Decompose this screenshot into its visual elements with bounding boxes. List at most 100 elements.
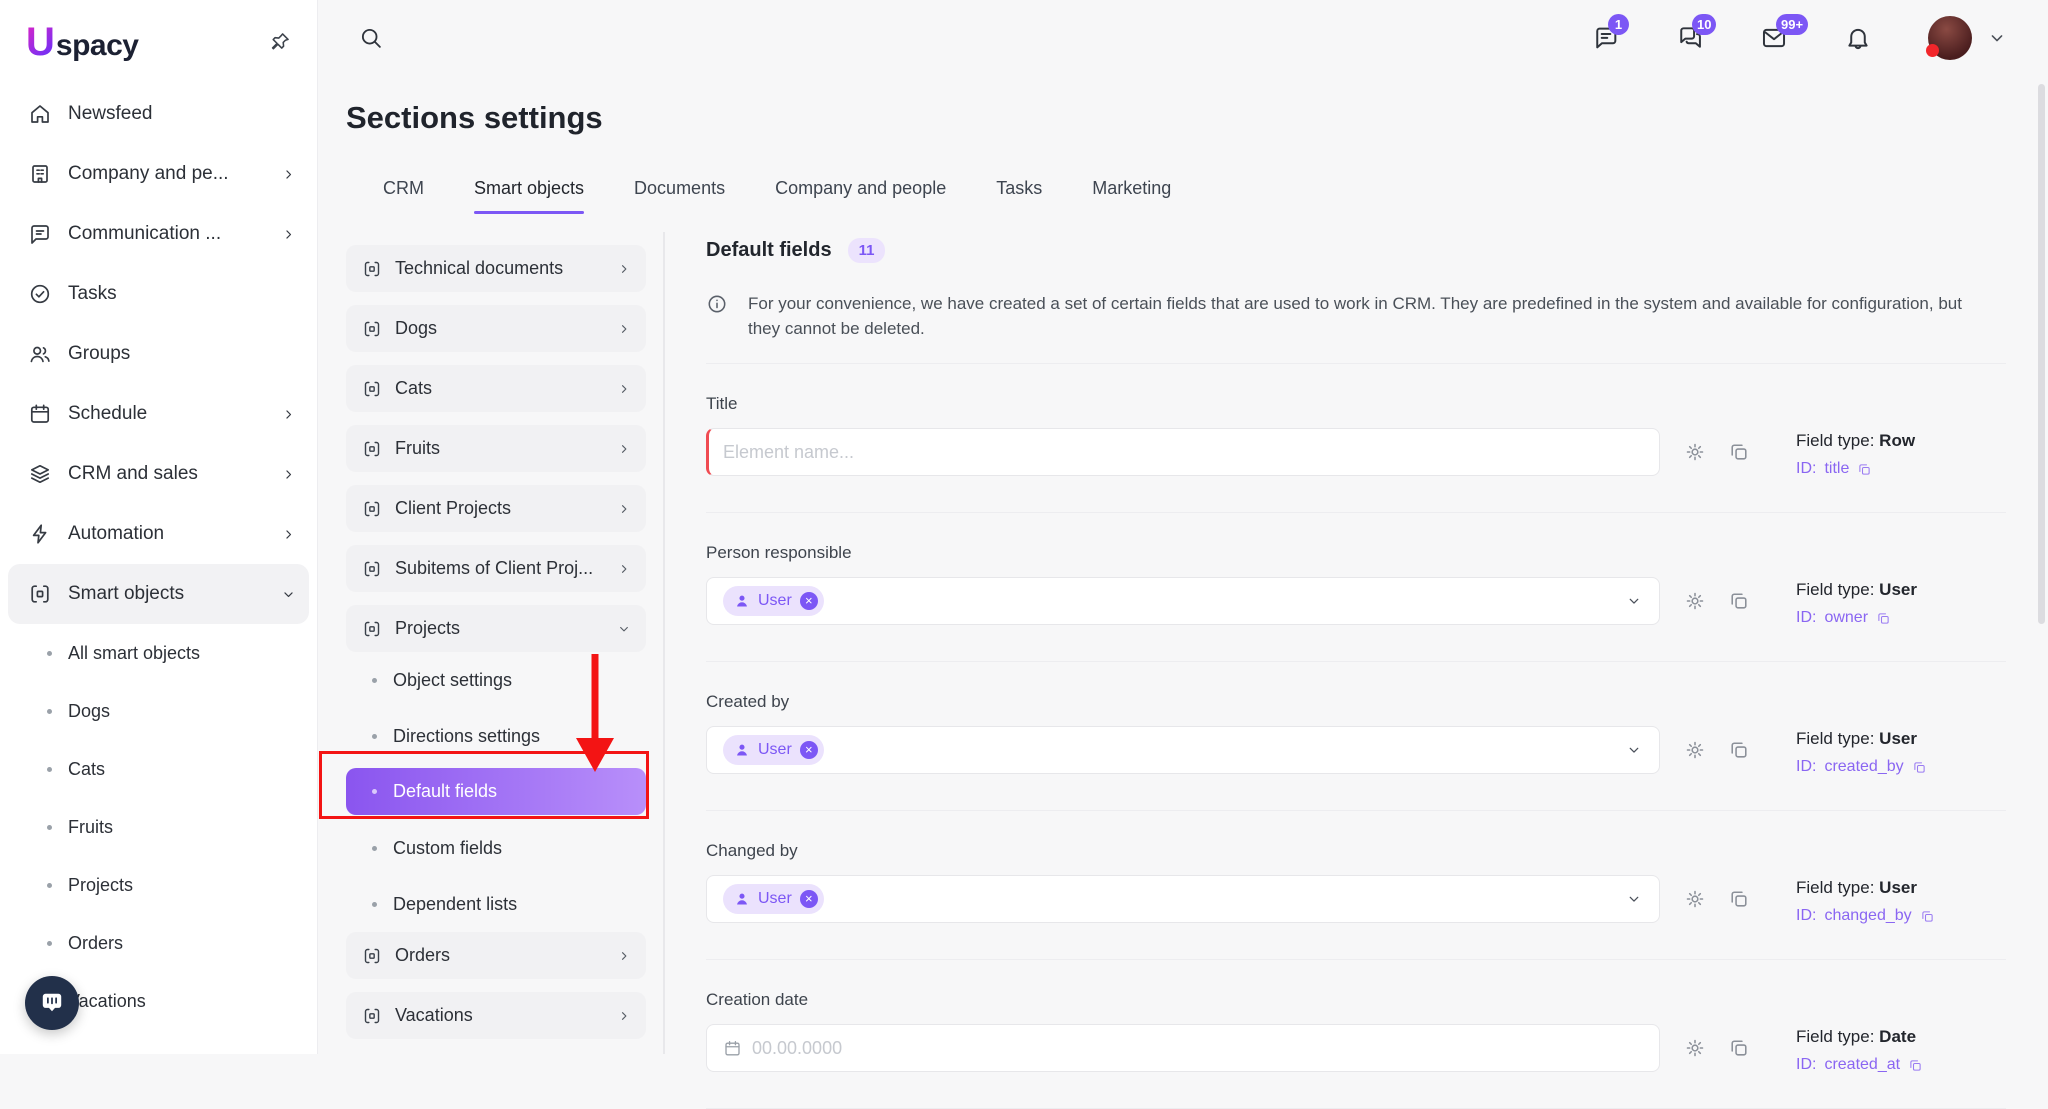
- object-item-fruits[interactable]: Fruits: [346, 425, 646, 472]
- field-duplicate-button[interactable]: [1728, 441, 1750, 463]
- projects-subitem-directions-settings[interactable]: Directions settings: [346, 708, 646, 764]
- changed-by-select[interactable]: User ×: [706, 875, 1660, 923]
- sidebar-subitem-cats[interactable]: Cats: [0, 740, 317, 798]
- field-row-creation-date: Creation date Field type: Date ID: creat…: [706, 960, 2006, 1109]
- field-duplicate-button[interactable]: [1728, 1037, 1750, 1059]
- search-button[interactable]: [358, 25, 384, 51]
- field-type: Field type: Date: [1796, 1027, 1923, 1047]
- uspacy-logo[interactable]: Uspacy: [26, 22, 138, 63]
- tab-marketing[interactable]: Marketing: [1092, 178, 1171, 214]
- sidebar-item-label: Schedule: [68, 403, 147, 425]
- chevron-right-icon: [280, 166, 297, 183]
- sidebar-subitem-label: Cats: [68, 759, 105, 780]
- creation-date-input[interactable]: [752, 1038, 1643, 1059]
- projects-subitem-custom-fields[interactable]: Custom fields: [346, 820, 646, 876]
- profile-dropdown-button[interactable]: [1986, 27, 2008, 49]
- sidebar-subitem-label: Fruits: [68, 817, 113, 838]
- field-duplicate-button[interactable]: [1728, 888, 1750, 910]
- pin-sidebar-button[interactable]: [269, 31, 291, 53]
- chats-button[interactable]: 10: [1676, 24, 1704, 52]
- notifications-button[interactable]: [1844, 24, 1872, 52]
- mail-button[interactable]: 99+: [1760, 24, 1788, 52]
- sidebar-subitem-projects[interactable]: Projects: [0, 856, 317, 914]
- pin-icon: [269, 31, 291, 53]
- page-scrollbar[interactable]: [2038, 84, 2045, 624]
- copy-id-button[interactable]: [1912, 760, 1927, 775]
- tab-company-and-people[interactable]: Company and people: [775, 178, 946, 214]
- sidebar-item-tasks[interactable]: Tasks: [0, 264, 317, 324]
- copy-id-button[interactable]: [1920, 909, 1935, 924]
- field-row-created-by: Created by User × Field type: User ID: c…: [706, 662, 2006, 811]
- field-duplicate-button[interactable]: [1728, 590, 1750, 612]
- support-chat-button[interactable]: [25, 976, 79, 1030]
- smart-object-icon: [362, 559, 382, 579]
- person-responsible-select[interactable]: User ×: [706, 577, 1660, 625]
- sidebar-subitem-orders[interactable]: Orders: [0, 914, 317, 972]
- title-input[interactable]: [723, 442, 1643, 463]
- field-meta: Field type: User ID: changed_by: [1796, 878, 1935, 925]
- sidebar-item-automation[interactable]: Automation: [0, 504, 317, 564]
- field-settings-button[interactable]: [1684, 1037, 1706, 1059]
- copy-icon: [1876, 611, 1891, 626]
- tab-tasks[interactable]: Tasks: [996, 178, 1042, 214]
- object-item-projects[interactable]: Projects: [346, 605, 646, 652]
- bullet-dot: [47, 941, 52, 946]
- object-item-vacations[interactable]: Vacations: [346, 992, 646, 1039]
- chevron-right-icon: [280, 226, 297, 243]
- sidebar-item-label: Smart objects: [68, 583, 184, 605]
- fields-count-badge: 11: [848, 238, 886, 263]
- copy-icon: [1920, 909, 1935, 924]
- sidebar-item-crm-and-sales[interactable]: CRM and sales: [0, 444, 317, 504]
- tab-documents[interactable]: Documents: [634, 178, 725, 214]
- field-label: Creation date: [706, 990, 2006, 1010]
- object-item-dogs[interactable]: Dogs: [346, 305, 646, 352]
- sidebar-item-newsfeed[interactable]: Newsfeed: [0, 84, 317, 144]
- field-duplicate-button[interactable]: [1728, 739, 1750, 761]
- sidebar-item-groups[interactable]: Groups: [0, 324, 317, 384]
- object-item-subitems-of-client-projects[interactable]: Subitems of Client Proj...: [346, 545, 646, 592]
- sidebar-item-communication[interactable]: Communication ...: [0, 204, 317, 264]
- smart-objects-icon: [28, 582, 52, 606]
- sidebar-item-smart-objects[interactable]: Smart objects: [8, 564, 309, 624]
- sidebar-item-company-and-people[interactable]: Company and pe...: [0, 144, 317, 204]
- chevron-down-icon: [280, 586, 297, 603]
- field-settings-button[interactable]: [1684, 739, 1706, 761]
- chip-remove-button[interactable]: ×: [800, 592, 818, 610]
- projects-subitem-dependent-lists[interactable]: Dependent lists: [346, 876, 646, 932]
- field-id: ID: created_by: [1796, 758, 1927, 776]
- bullet-dot: [372, 902, 377, 907]
- profile-menu: [1928, 16, 2008, 60]
- avatar[interactable]: [1928, 16, 1972, 60]
- sidebar-item-schedule[interactable]: Schedule: [0, 384, 317, 444]
- sidebar-subitem-label: Vacations: [68, 991, 146, 1012]
- object-item-orders[interactable]: Orders: [346, 932, 646, 979]
- chip-remove-button[interactable]: ×: [800, 741, 818, 759]
- field-settings-button[interactable]: [1684, 888, 1706, 910]
- bullet-dot: [372, 789, 377, 794]
- comments-button[interactable]: 1: [1592, 24, 1620, 52]
- tab-smart-objects[interactable]: Smart objects: [474, 178, 584, 214]
- smart-object-icon: [362, 439, 382, 459]
- sidebar-subitem-fruits[interactable]: Fruits: [0, 798, 317, 856]
- tab-crm[interactable]: CRM: [383, 178, 424, 214]
- sidebar-subitem-all-smart-objects[interactable]: All smart objects: [0, 624, 317, 682]
- sidebar-subitem-dogs[interactable]: Dogs: [0, 682, 317, 740]
- subitem-label: Default fields: [393, 781, 497, 802]
- field-settings-button[interactable]: [1684, 590, 1706, 612]
- creation-date-input-wrap: [706, 1024, 1660, 1072]
- created-by-select[interactable]: User ×: [706, 726, 1660, 774]
- field-settings-button[interactable]: [1684, 441, 1706, 463]
- projects-subitem-default-fields[interactable]: Default fields: [346, 768, 646, 815]
- object-item-cats[interactable]: Cats: [346, 365, 646, 412]
- projects-subitem-object-settings[interactable]: Object settings: [346, 652, 646, 708]
- field-type: Field type: Row: [1796, 431, 1915, 451]
- object-item-technical-documents[interactable]: Technical documents: [346, 245, 646, 292]
- panel-scrollbar[interactable]: [663, 232, 665, 1054]
- smart-object-icon: [362, 259, 382, 279]
- copy-id-button[interactable]: [1857, 462, 1872, 477]
- copy-id-button[interactable]: [1908, 1058, 1923, 1073]
- chip-remove-button[interactable]: ×: [800, 890, 818, 908]
- bullet-dot: [372, 678, 377, 683]
- copy-id-button[interactable]: [1876, 611, 1891, 626]
- object-item-client-projects[interactable]: Client Projects: [346, 485, 646, 532]
